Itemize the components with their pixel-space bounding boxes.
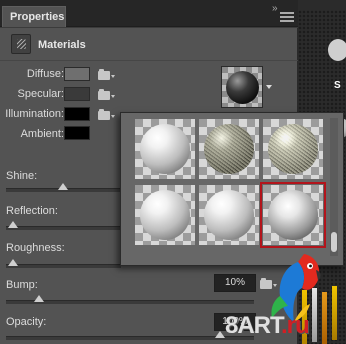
opacity-slider-knob[interactable] (215, 331, 225, 338)
ambient-label: Ambient: (20, 128, 64, 140)
shine-label: Shine: (6, 170, 38, 182)
materials-icon (11, 34, 31, 54)
reflection-slider-track[interactable] (6, 226, 121, 230)
material-preview[interactable] (221, 66, 263, 108)
specular-color-swatch[interactable] (64, 87, 90, 101)
illumination-texture-icon[interactable] (98, 108, 115, 120)
material-tile[interactable] (263, 119, 323, 179)
specular-label: Specular: (17, 88, 64, 100)
bump-value-field[interactable]: 10% (214, 274, 256, 292)
material-tile-selected[interactable] (260, 182, 326, 248)
illumination-label: Illumination: (5, 108, 64, 120)
shine-slider-knob[interactable] (58, 183, 68, 190)
material-picker-popup (120, 112, 344, 266)
picker-scrollbar-thumb[interactable] (331, 232, 337, 252)
diffuse-texture-icon[interactable] (98, 68, 115, 80)
reflection-slider-knob[interactable] (8, 221, 18, 228)
tab-properties[interactable]: Properties (2, 6, 66, 27)
material-tile[interactable] (199, 119, 259, 179)
material-picker-dropdown-icon[interactable] (264, 66, 274, 108)
opacity-label: Opacity: (6, 316, 47, 328)
bump-label: Bump: (6, 279, 38, 291)
material-tile[interactable] (135, 119, 195, 179)
roughness-label: Roughness: (6, 242, 65, 254)
roughness-slider-knob[interactable] (8, 259, 18, 266)
material-tile[interactable] (135, 185, 195, 245)
reflection-label: Reflection: (6, 205, 58, 217)
material-tile[interactable] (199, 185, 259, 245)
pencil-image (332, 286, 337, 340)
divider (0, 60, 298, 61)
watermark-text: 8ART.ru (225, 312, 310, 339)
background-text: S (334, 80, 341, 91)
background-sphere (328, 39, 346, 61)
bump-slider-knob[interactable] (34, 295, 44, 302)
roughness-slider-track[interactable] (6, 264, 121, 268)
diffuse-color-swatch[interactable] (64, 67, 90, 81)
ambient-color-swatch[interactable] (64, 126, 90, 140)
diffuse-label: Diffuse: (26, 68, 64, 80)
collapse-panel-icon[interactable]: » (272, 3, 278, 14)
illumination-color-swatch[interactable] (64, 107, 90, 121)
specular-texture-icon[interactable] (98, 88, 115, 100)
panel-menu-icon[interactable] (280, 12, 294, 22)
panel-title: Materials (38, 39, 86, 51)
